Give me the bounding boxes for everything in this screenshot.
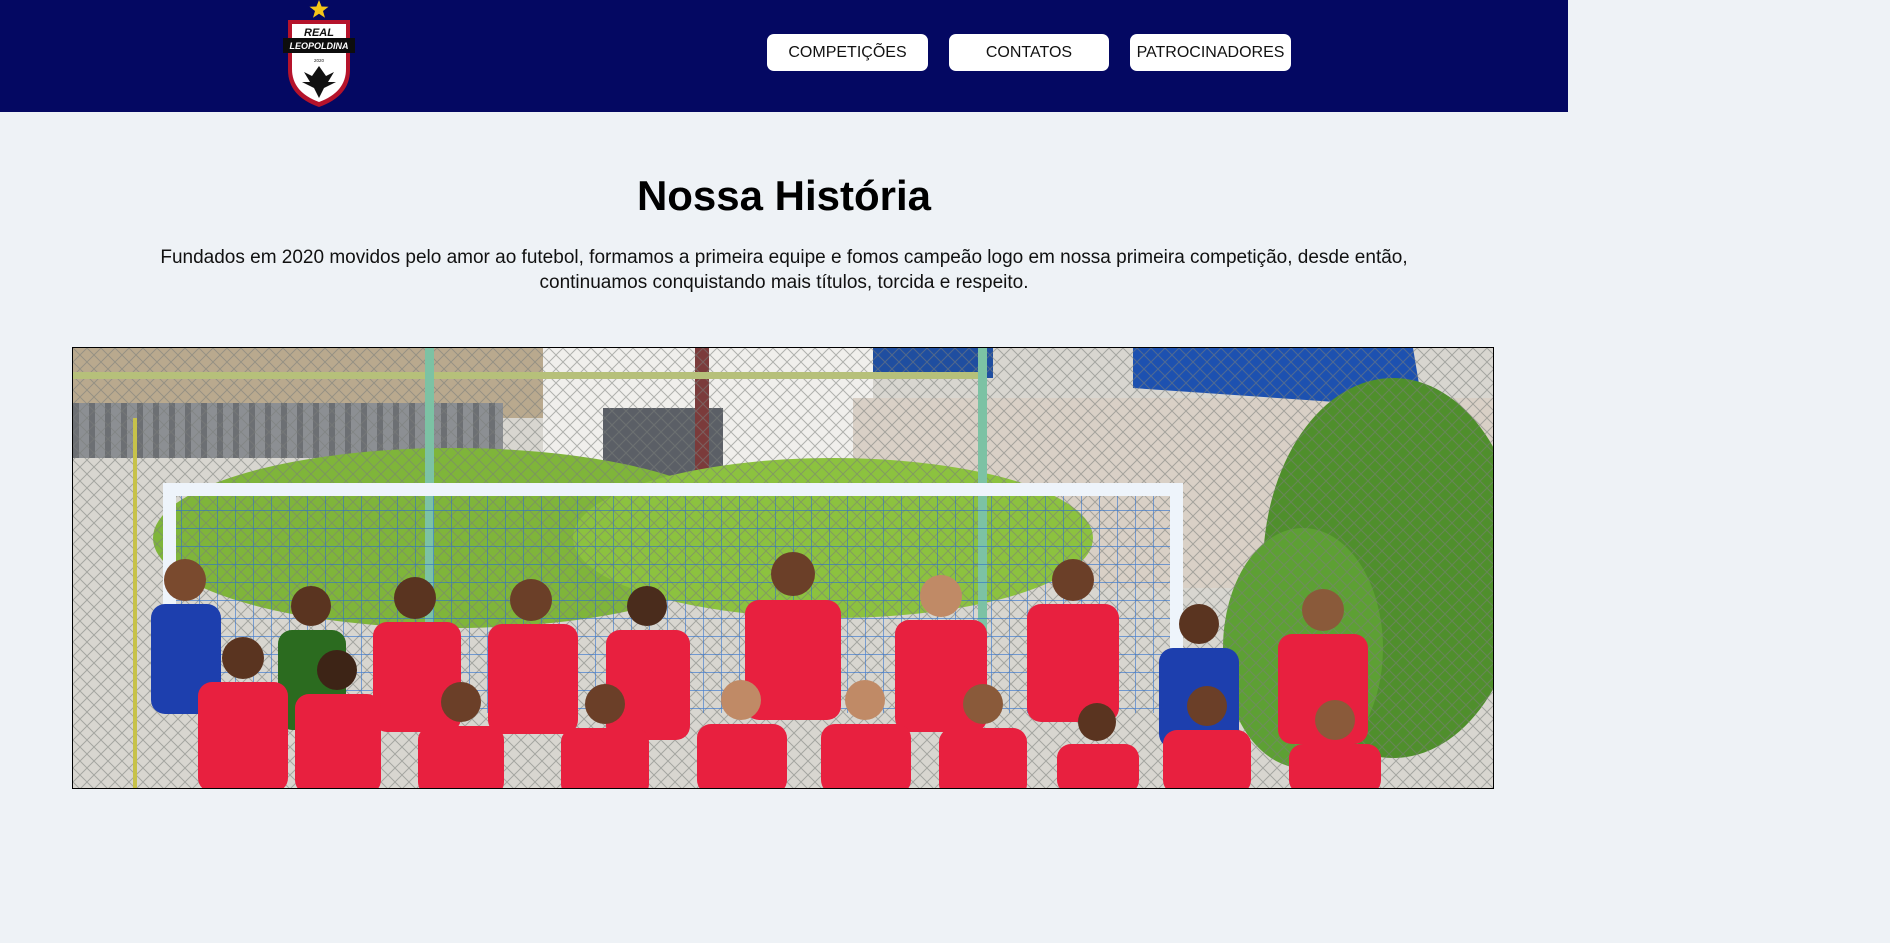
nav-competicoes-label: COMPETIÇÕES	[788, 43, 907, 61]
team-photo-illustration	[73, 348, 1493, 788]
logo-text-name: LEOPOLDINA	[289, 41, 348, 51]
team-photo	[72, 347, 1494, 789]
goal-crossbar	[163, 483, 1183, 496]
nav-contatos-button[interactable]: CONTATOS	[949, 34, 1109, 71]
page-title: Nossa História	[636, 172, 932, 219]
fence-post-left	[133, 418, 137, 788]
history-line-1: Fundados em 2020 movidos pelo amor ao fu…	[160, 247, 1408, 268]
history-line-2: continuamos conquistando mais títulos, t…	[539, 272, 1029, 293]
nav-patrocinadores-button[interactable]: PATROCINADORES	[1130, 34, 1291, 71]
fence-rail	[73, 372, 983, 379]
site-header: REAL LEOPOLDINA 2020 COMPETIÇÕES CONTATO…	[0, 0, 1568, 112]
history-paragraph: Fundados em 2020 movidos pelo amor ao fu…	[90, 245, 1478, 295]
club-logo[interactable]: REAL LEOPOLDINA 2020	[274, 0, 364, 110]
star-icon	[309, 0, 329, 18]
nav-patrocinadores-label: PATROCINADORES	[1136, 43, 1285, 61]
logo-text-year: 2020	[314, 58, 325, 63]
nav-contatos-label: CONTATOS	[985, 43, 1073, 61]
nav-competicoes-button[interactable]: COMPETIÇÕES	[767, 34, 928, 71]
logo-text-real: REAL	[304, 27, 334, 39]
